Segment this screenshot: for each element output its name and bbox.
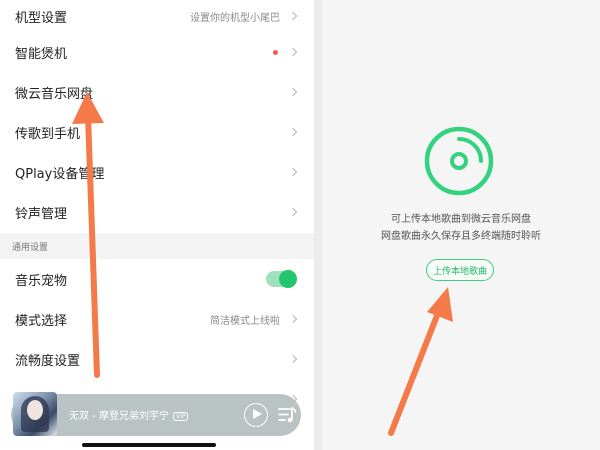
vip-badge: VIP bbox=[172, 412, 189, 421]
row-transfer-to-phone[interactable]: 传歌到手机 bbox=[0, 112, 314, 152]
panel-divider bbox=[314, 0, 322, 450]
chevron-right-icon bbox=[288, 354, 298, 364]
row-label: 智能煲机 bbox=[15, 46, 68, 62]
mini-player[interactable]: 无双 - 摩登兄弟刘宇宁 VIP bbox=[11, 392, 301, 436]
home-indicator bbox=[82, 443, 216, 447]
empty-state-line-1: 可上传本地歌曲到微云音乐网盘 bbox=[391, 214, 531, 225]
row-device-model[interactable]: 机型设置 设置你的机型小尾巴 bbox=[0, 0, 314, 36]
row-label: 传歌到手机 bbox=[15, 126, 81, 142]
row-label: 铃声管理 bbox=[15, 206, 68, 222]
row-label: 流畅度设置 bbox=[15, 353, 81, 369]
upload-local-songs-button[interactable]: 上传本地歌曲 bbox=[426, 259, 494, 281]
row-music-pet[interactable]: 音乐宠物 bbox=[0, 259, 314, 299]
play-button[interactable] bbox=[244, 403, 268, 427]
row-smoothness[interactable]: 流畅度设置 bbox=[0, 339, 314, 379]
row-label: QPlay设备管理 bbox=[15, 166, 105, 182]
row-value: 设置你的机型小尾巴 bbox=[190, 12, 280, 24]
cloud-disk-panel: 可上传本地歌曲到微云音乐网盘 网盘歌曲永久保存且多终端随时聆听 上传本地歌曲 bbox=[322, 0, 600, 450]
album-cover[interactable] bbox=[13, 392, 57, 436]
chevron-right-icon bbox=[288, 314, 298, 324]
music-disc-icon bbox=[424, 126, 494, 196]
chevron-right-icon bbox=[288, 47, 298, 57]
section-header: 通用设置 bbox=[0, 233, 314, 259]
chevron-right-icon bbox=[288, 11, 298, 21]
row-label: 音乐宠物 bbox=[15, 273, 68, 289]
music-pet-toggle[interactable] bbox=[266, 270, 297, 288]
notification-dot bbox=[273, 49, 278, 55]
row-label: 模式选择 bbox=[15, 313, 68, 329]
chevron-right-icon bbox=[288, 87, 298, 97]
row-mode-select[interactable]: 模式选择 简洁模式上线啦 bbox=[0, 299, 314, 339]
row-label: 机型设置 bbox=[15, 10, 68, 26]
empty-state-line-2: 网盘歌曲永久保存且多终端随时聆听 bbox=[381, 231, 541, 242]
row-ringtone[interactable]: 铃声管理 bbox=[0, 192, 314, 232]
chevron-right-icon bbox=[288, 207, 298, 217]
song-title: 无双 - 摩登兄弟刘宇宁 bbox=[69, 411, 169, 422]
row-weiyun-music-disk[interactable]: 微云音乐网盘 bbox=[0, 72, 314, 112]
row-label: 微云音乐网盘 bbox=[15, 86, 94, 102]
settings-panel: 机型设置 设置你的机型小尾巴 智能煲机 微云音乐网盘 传歌到手机 QPlay设备… bbox=[0, 0, 314, 450]
playlist-icon[interactable] bbox=[277, 405, 297, 425]
now-playing-title[interactable]: 无双 - 摩登兄弟刘宇宁 VIP bbox=[69, 407, 189, 422]
chevron-right-icon bbox=[288, 127, 298, 137]
chevron-right-icon bbox=[288, 167, 298, 177]
row-qplay-devices[interactable]: QPlay设备管理 bbox=[0, 152, 314, 192]
toggle-knob bbox=[279, 270, 297, 288]
row-value: 简洁模式上线啦 bbox=[210, 315, 280, 327]
row-smart-burn-in[interactable]: 智能煲机 bbox=[0, 32, 314, 72]
